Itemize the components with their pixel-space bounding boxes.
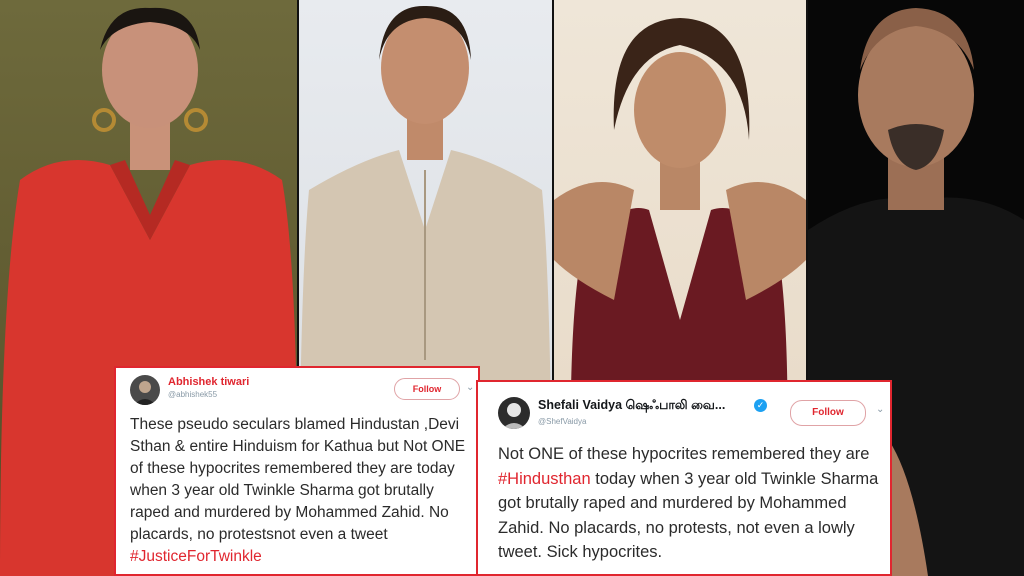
follow-button[interactable]: Follow <box>790 400 866 426</box>
tweet-text-body: Not ONE of these hypocrites remembered t… <box>498 445 870 463</box>
chevron-down-icon[interactable]: ⌄ <box>876 404 884 415</box>
tweet-card-abhishek: Abhishek tiwari @abhishek55 Follow ⌄ The… <box>114 366 480 576</box>
tweet-text: These pseudo seculars blamed Hindustan ,… <box>130 414 476 568</box>
tweet-user-handle[interactable]: @ShefVaidya <box>538 417 586 426</box>
tweet-text: Not ONE of these hypocrites remembered t… <box>498 442 890 565</box>
tweet-card-shefali: Shefali Vaidya ஷெஃபாலி வை... ✓ @ShefVaid… <box>476 380 892 576</box>
hashtag-link[interactable]: #JusticeForTwinkle <box>130 548 262 565</box>
verified-badge-icon: ✓ <box>754 399 767 412</box>
tweet-text-body: These pseudo seculars blamed Hindustan ,… <box>130 416 466 543</box>
hashtag-link[interactable]: #Hindusthan <box>498 470 591 488</box>
follow-button[interactable]: Follow <box>394 378 460 400</box>
chevron-down-icon[interactable]: ⌄ <box>466 382 474 393</box>
avatar[interactable] <box>130 375 160 405</box>
tweet-user-handle[interactable]: @abhishek55 <box>168 390 217 399</box>
tweet-user-name[interactable]: Abhishek tiwari <box>168 376 249 388</box>
avatar[interactable] <box>498 397 530 429</box>
tweet-user-name[interactable]: Shefali Vaidya ஷெஃபாலி வை... <box>538 398 725 414</box>
